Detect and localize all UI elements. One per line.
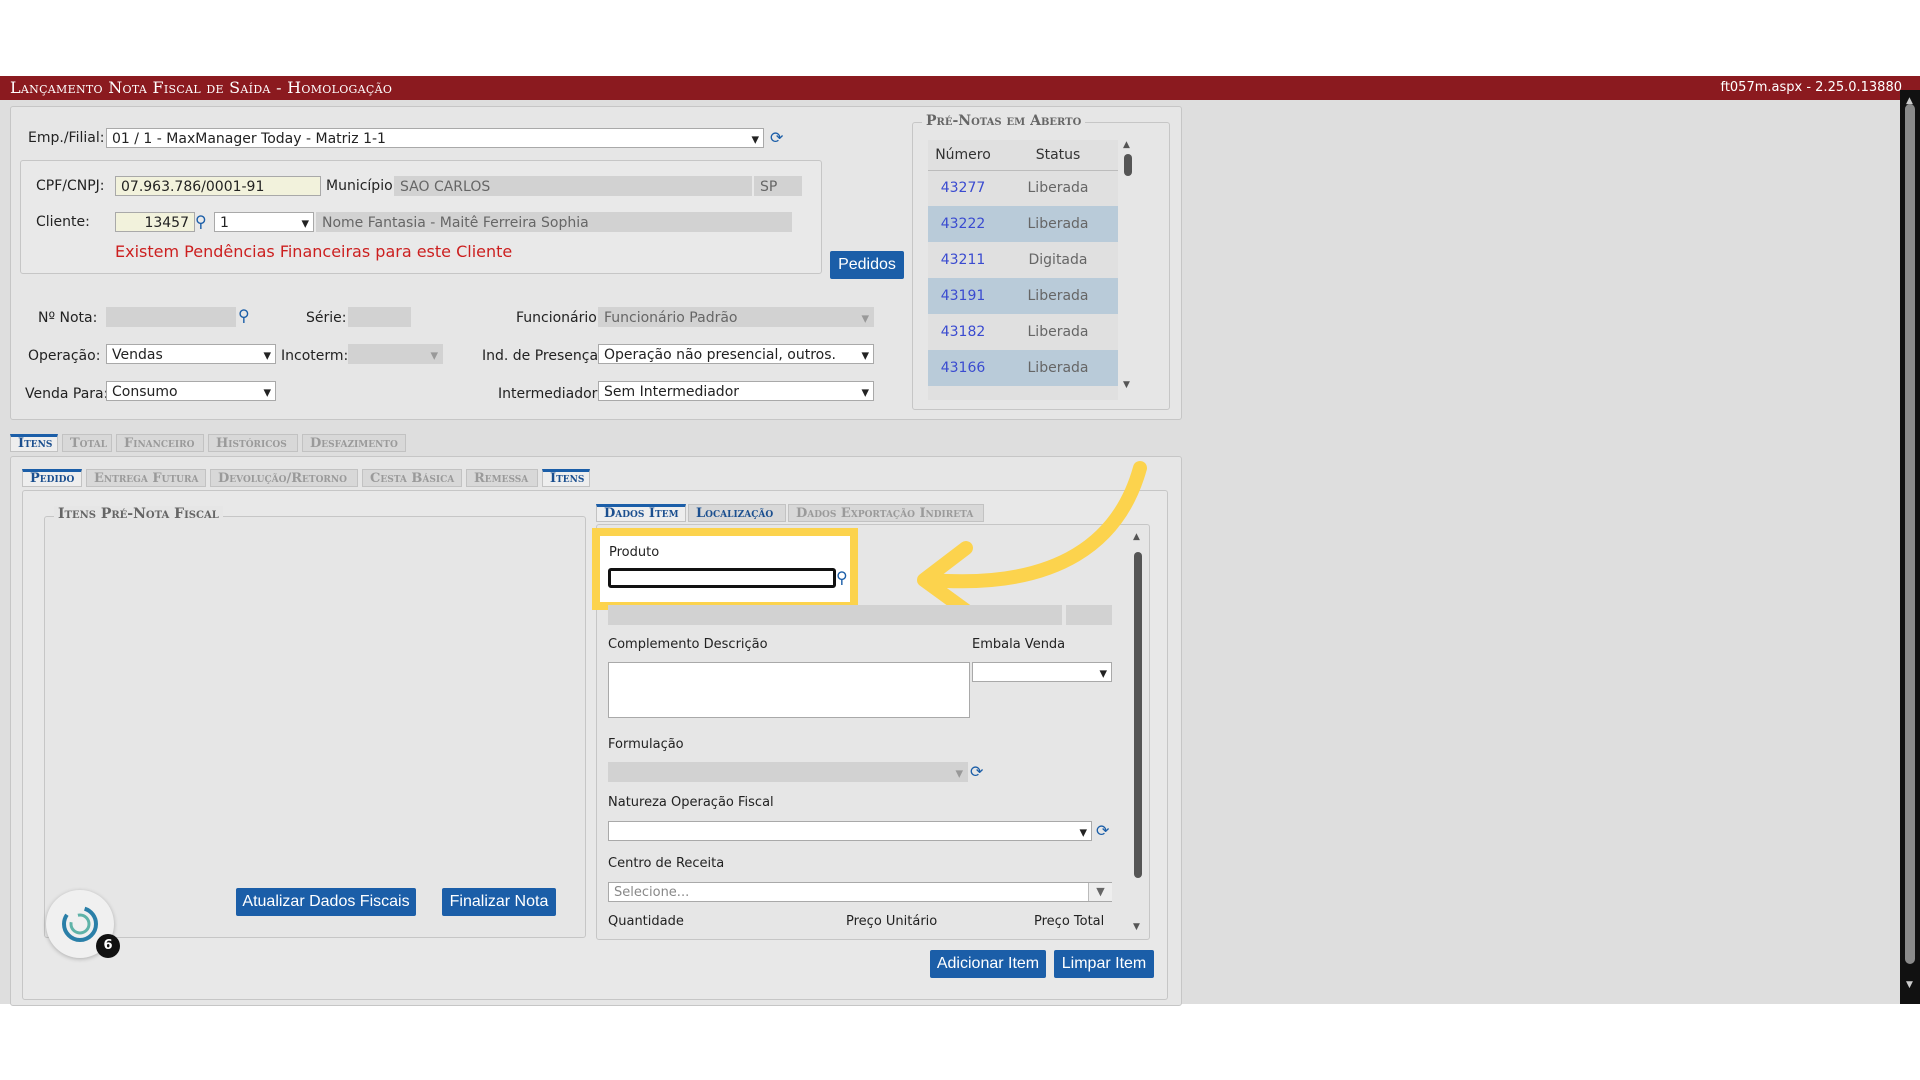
atualizar-dados-fiscais-button[interactable]: Atualizar Dados Fiscais	[236, 888, 416, 916]
embala-label: Embala Venda	[972, 637, 1066, 652]
refresh-icon[interactable]: ⟳	[970, 764, 983, 780]
pedidos-button[interactable]: Pedidos	[830, 251, 904, 279]
operacao-select[interactable]: Vendas	[106, 344, 276, 364]
table-row[interactable]: 43211 Digitada	[928, 242, 1118, 278]
subtab-devolucao[interactable]: Devolução/Retorno	[210, 469, 358, 487]
subtab-pedido[interactable]: Pedido	[22, 469, 82, 487]
intermediador-select[interactable]: Sem Intermediador	[598, 381, 874, 401]
subtab-itens[interactable]: Itens	[542, 469, 590, 487]
presenca-select[interactable]: Operação não presencial, outros.	[598, 344, 874, 364]
emp-select[interactable]: 01 / 1 - MaxManager Today - Matriz 1-1	[106, 128, 764, 148]
cpf-input[interactable]: 07.963.786/0001-91	[115, 176, 321, 196]
limpar-item-button[interactable]: Limpar Item	[1054, 950, 1154, 978]
cliente-name-input: Nome Fantasia - Maitê Ferreira Sophia	[316, 212, 792, 232]
preco-unitario-label: Preço Unitário	[846, 914, 938, 929]
produto-label: Produto	[609, 545, 660, 560]
financial-warning: Existem Pendências Financeiras para este…	[115, 242, 513, 261]
formulacao-label: Formulação	[608, 737, 684, 752]
subtab-cesta-basica[interactable]: Cesta Básica	[362, 469, 462, 487]
natureza-label: Natureza Operação Fiscal	[608, 795, 774, 810]
adicionar-item-button[interactable]: Adicionar Item	[930, 950, 1046, 978]
itens-prenota-title: Itens Pré-Nota Fiscal	[54, 506, 223, 522]
centro-select[interactable]: Selecione...	[608, 882, 1112, 902]
quantidade-label: Quantidade	[608, 914, 684, 929]
cliente-code-input[interactable]: 13457	[115, 212, 195, 232]
tab-financeiro[interactable]: Financeiro	[116, 434, 204, 452]
itens-prenota-fieldset	[44, 516, 586, 938]
emp-label: Emp./Filial:	[28, 130, 105, 146]
search-icon[interactable]: ⚲	[836, 570, 848, 586]
refresh-icon[interactable]: ⟳	[1096, 823, 1109, 839]
table-row[interactable]: 43166 Liberada	[928, 350, 1118, 386]
search-icon[interactable]: ⚲	[238, 308, 250, 324]
venda-select[interactable]: Consumo	[106, 381, 276, 401]
chat-widget[interactable]: 6	[46, 890, 120, 958]
tab-itens[interactable]: Itens	[10, 434, 58, 452]
tab-dados-item[interactable]: Dados Item	[596, 504, 686, 522]
refresh-icon[interactable]: ⟳	[770, 130, 783, 146]
version-label: ft057m.aspx - 2.25.0.13880	[1720, 80, 1902, 95]
item-form-scrollbar[interactable]: ▲ ▼	[1130, 532, 1146, 936]
pre-notas-title: Pré-Notas em Aberto	[922, 113, 1086, 129]
col-status: Status	[1035, 147, 1081, 163]
nota-input[interactable]	[106, 307, 236, 327]
pre-notas-scrollbar[interactable]: ▲ ▼	[1120, 140, 1136, 394]
preco-total-label: Preço Total	[1034, 914, 1105, 929]
intermediador-label: Intermediador:	[498, 386, 602, 402]
chevron-down-icon[interactable]: ▼	[1088, 883, 1112, 901]
pre-notas-grid: Número Status 43277 Liberada 43222 Liberad…	[928, 140, 1118, 400]
cliente-seq-select[interactable]: 1	[214, 212, 314, 232]
search-icon[interactable]: ⚲	[195, 214, 207, 230]
produto-descricao	[608, 605, 1062, 625]
finalizar-nota-button[interactable]: Finalizar Nota	[442, 888, 556, 916]
embala-select[interactable]	[972, 662, 1112, 682]
subtab-entrega-futura[interactable]: Entrega Futura	[86, 469, 206, 487]
nota-label: Nº Nota:	[38, 310, 98, 326]
produto-input[interactable]	[608, 568, 836, 588]
table-row[interactable]: 43222 Liberada	[928, 206, 1118, 242]
serie-input[interactable]	[348, 307, 411, 327]
tab-total[interactable]: Total	[62, 434, 112, 452]
table-row[interactable]: 43182 Liberada	[928, 314, 1118, 350]
table-row[interactable]: 43277 Liberada	[928, 170, 1118, 206]
municipio-label: Município:	[326, 178, 398, 194]
notification-badge: 6	[96, 934, 120, 958]
serie-label: Série:	[306, 310, 347, 326]
cliente-label: Cliente:	[36, 214, 90, 230]
funcionario-select[interactable]: Funcionário Padrão	[598, 307, 874, 327]
presenca-label: Ind. de Presença:	[482, 348, 603, 364]
venda-label: Venda Para:	[25, 386, 109, 402]
subtab-remessa[interactable]: Remessa	[466, 469, 538, 487]
produto-unidade	[1066, 605, 1112, 625]
tab-localizacao[interactable]: Localização	[688, 504, 786, 522]
municipio-input: SAO CARLOS	[394, 176, 752, 196]
col-numero: Número	[935, 147, 991, 163]
page-title: Lançamento Nota Fiscal de Saída - Homolo…	[10, 78, 393, 97]
table-row[interactable]: 43191 Liberada	[928, 278, 1118, 314]
complemento-label: Complemento Descrição	[608, 637, 768, 652]
incoterm-select[interactable]	[348, 344, 443, 364]
centro-label: Centro de Receita	[608, 856, 725, 871]
formulacao-select[interactable]	[608, 762, 968, 782]
grid-header: Número Status	[928, 140, 1118, 171]
operacao-label: Operação:	[28, 348, 101, 364]
complemento-textarea[interactable]	[608, 662, 970, 718]
natureza-select[interactable]	[608, 821, 1092, 841]
tab-historicos[interactable]: Históricos	[208, 434, 298, 452]
page-scrollbar[interactable]: ▲ ▼	[1900, 90, 1920, 1004]
incoterm-label: Incoterm:	[281, 348, 349, 364]
funcionario-label: Funcionário:	[516, 310, 602, 326]
window-title-bar: Lançamento Nota Fiscal de Saída - Homolo…	[0, 76, 1920, 100]
tab-desfazimento[interactable]: Desfazimento	[302, 434, 406, 452]
uf-input: SP	[754, 176, 802, 196]
cpf-label: CPF/CNPJ:	[36, 178, 105, 194]
